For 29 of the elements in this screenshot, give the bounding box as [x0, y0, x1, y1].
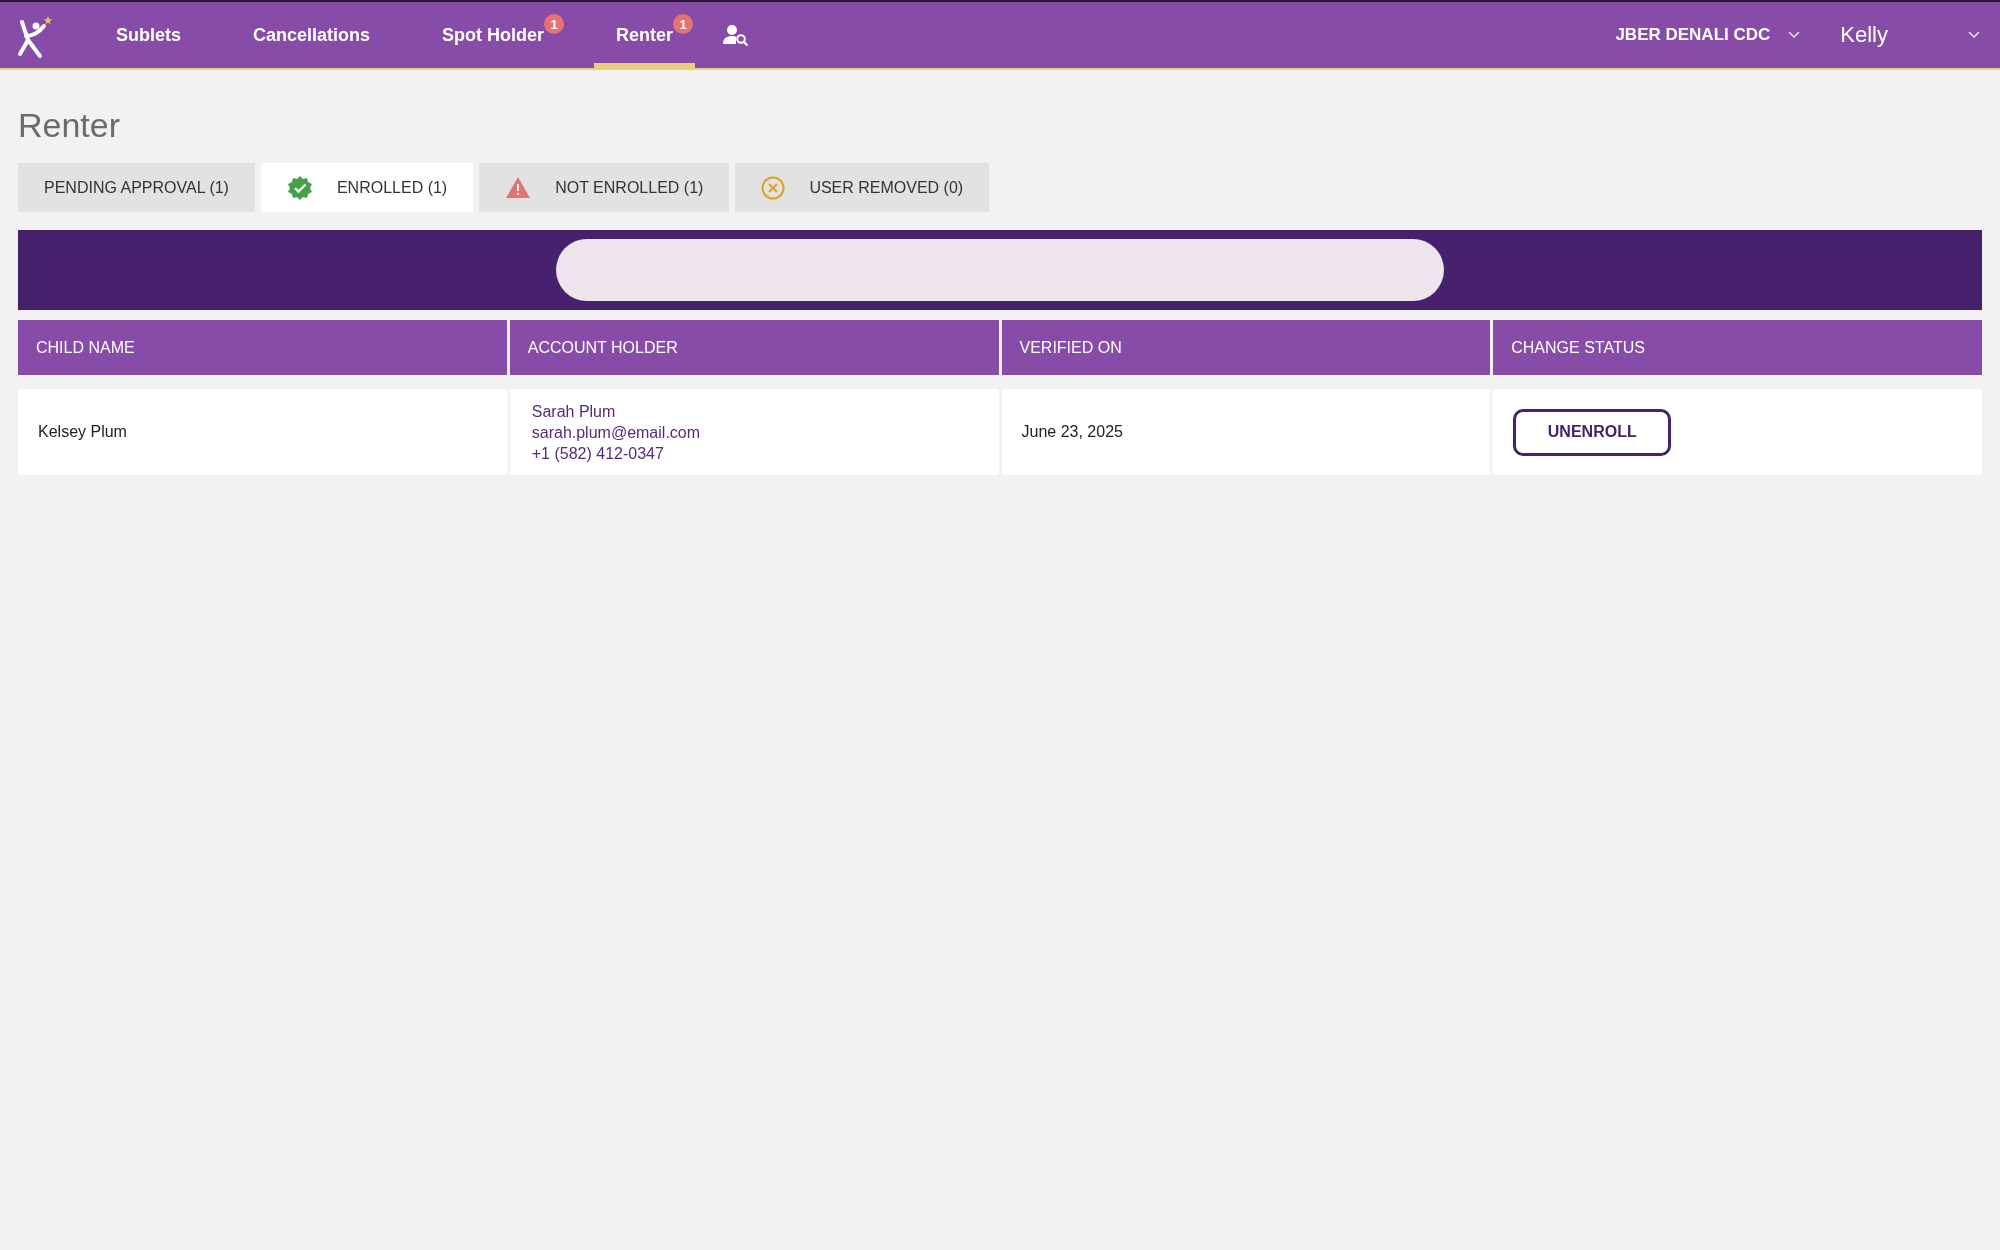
nav-tab[interactable]: Cancellations: [231, 2, 393, 68]
column-header: CHILD NAME: [18, 320, 507, 375]
x-circle-icon: [761, 175, 786, 200]
column-header: CHANGE STATUS: [1493, 320, 1982, 375]
account-holder-line: Sarah Plum: [531, 401, 617, 422]
warning-icon: [505, 176, 532, 199]
chevron-down-icon: [1968, 31, 1980, 39]
status-tab[interactable]: NOT ENROLLED (1): [479, 163, 730, 212]
chevron-down-icon: [1788, 31, 1801, 39]
account-holder-line: +1 (582) 412-0347: [531, 443, 665, 464]
nav-tab[interactable]: Sublets: [94, 2, 203, 68]
table-cell: June 23, 2025: [1001, 389, 1491, 475]
account-holder-line: sarah.plum@email.com: [531, 422, 702, 443]
nav-tab[interactable]: Spot Holder 1: [420, 2, 567, 68]
notification-badge: 1: [544, 14, 565, 34]
unenroll-button[interactable]: UNENROLL: [1513, 408, 1672, 456]
status-tab[interactable]: PENDING APPROVAL (1): [18, 163, 255, 212]
user-search-icon[interactable]: [723, 24, 750, 46]
user-dropdown[interactable]: Kelly: [1820, 22, 2000, 48]
nav-tab[interactable]: Renter 1: [594, 2, 696, 68]
notification-badge: 1: [673, 14, 694, 34]
location-dropdown[interactable]: JBER DENALI CDC: [1595, 25, 1821, 45]
column-header: ACCOUNT HOLDER: [509, 320, 999, 375]
column-header: VERIFIED ON: [1001, 320, 1491, 375]
verified-check-icon: [286, 174, 313, 201]
page-title: Renter: [18, 105, 122, 146]
table-cell: Kelsey Plum: [18, 389, 507, 475]
status-tab[interactable]: ENROLLED (1): [260, 163, 474, 212]
status-tab[interactable]: USER REMOVED (0): [735, 163, 990, 212]
